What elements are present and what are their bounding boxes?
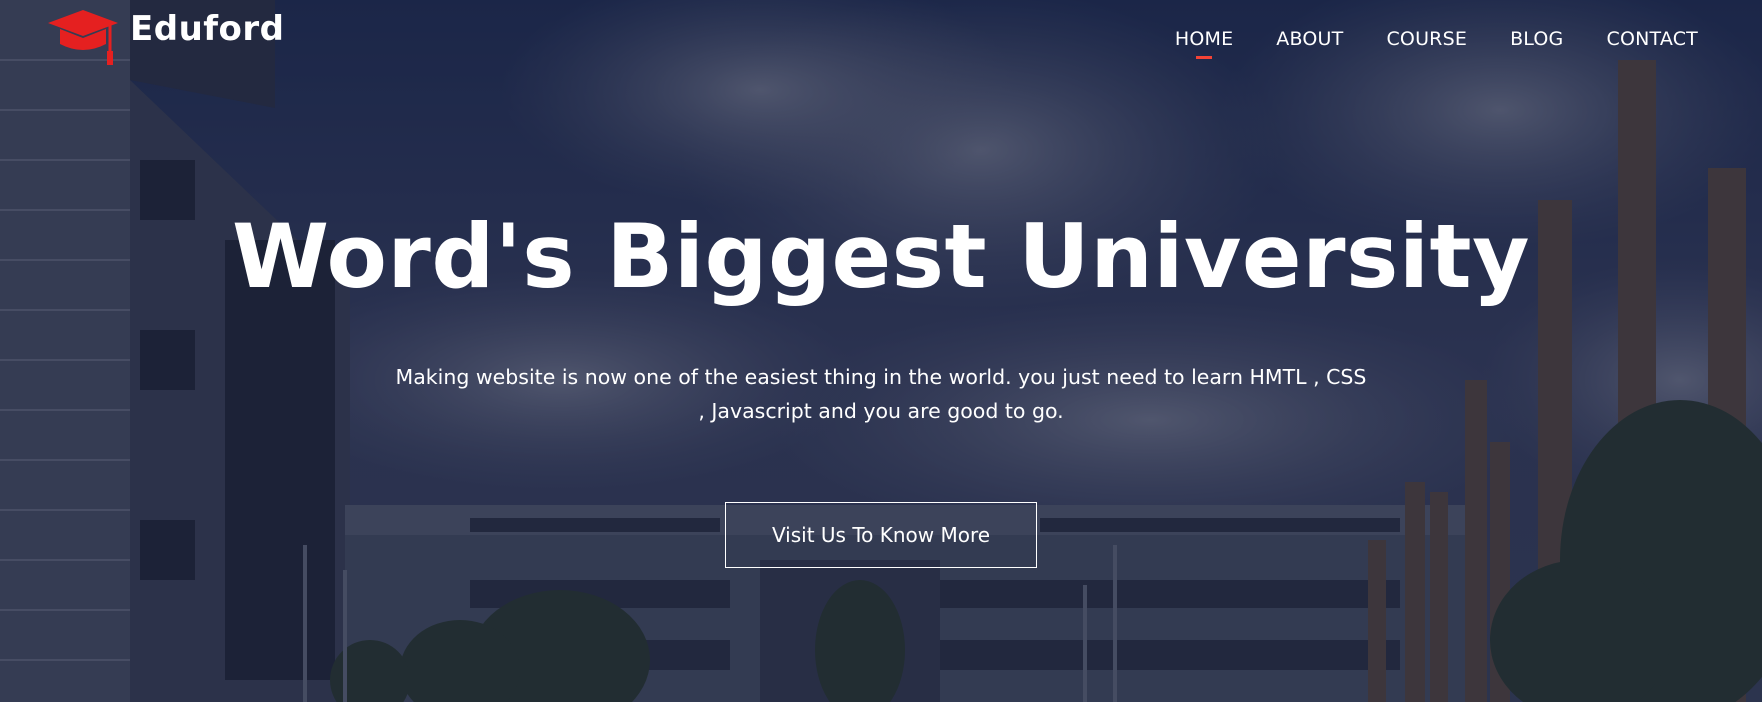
dark-overlay: [0, 0, 1762, 702]
graduation-cap-icon: [48, 10, 118, 65]
nav-item-about[interactable]: ABOUT: [1276, 28, 1343, 50]
nav-item-contact[interactable]: CONTACT: [1606, 28, 1698, 50]
nav-item-home[interactable]: HOME: [1175, 28, 1233, 50]
brand-name: Eduford: [130, 9, 285, 49]
main-nav: HOME ABOUT COURSE BLOG CONTACT: [1175, 28, 1698, 50]
nav-item-course[interactable]: COURSE: [1386, 28, 1467, 50]
nav-item-blog[interactable]: BLOG: [1510, 28, 1563, 50]
brand-logo[interactable]: Eduford: [46, 6, 285, 70]
hero-subtitle: Making website is now one of the easiest…: [395, 365, 1367, 423]
hero-title: Word's Biggest University: [232, 205, 1530, 308]
visit-us-button[interactable]: Visit Us To Know More: [725, 502, 1037, 568]
hero-section: Eduford HOME ABOUT COURSE BLOG CONTACT W…: [0, 0, 1762, 702]
